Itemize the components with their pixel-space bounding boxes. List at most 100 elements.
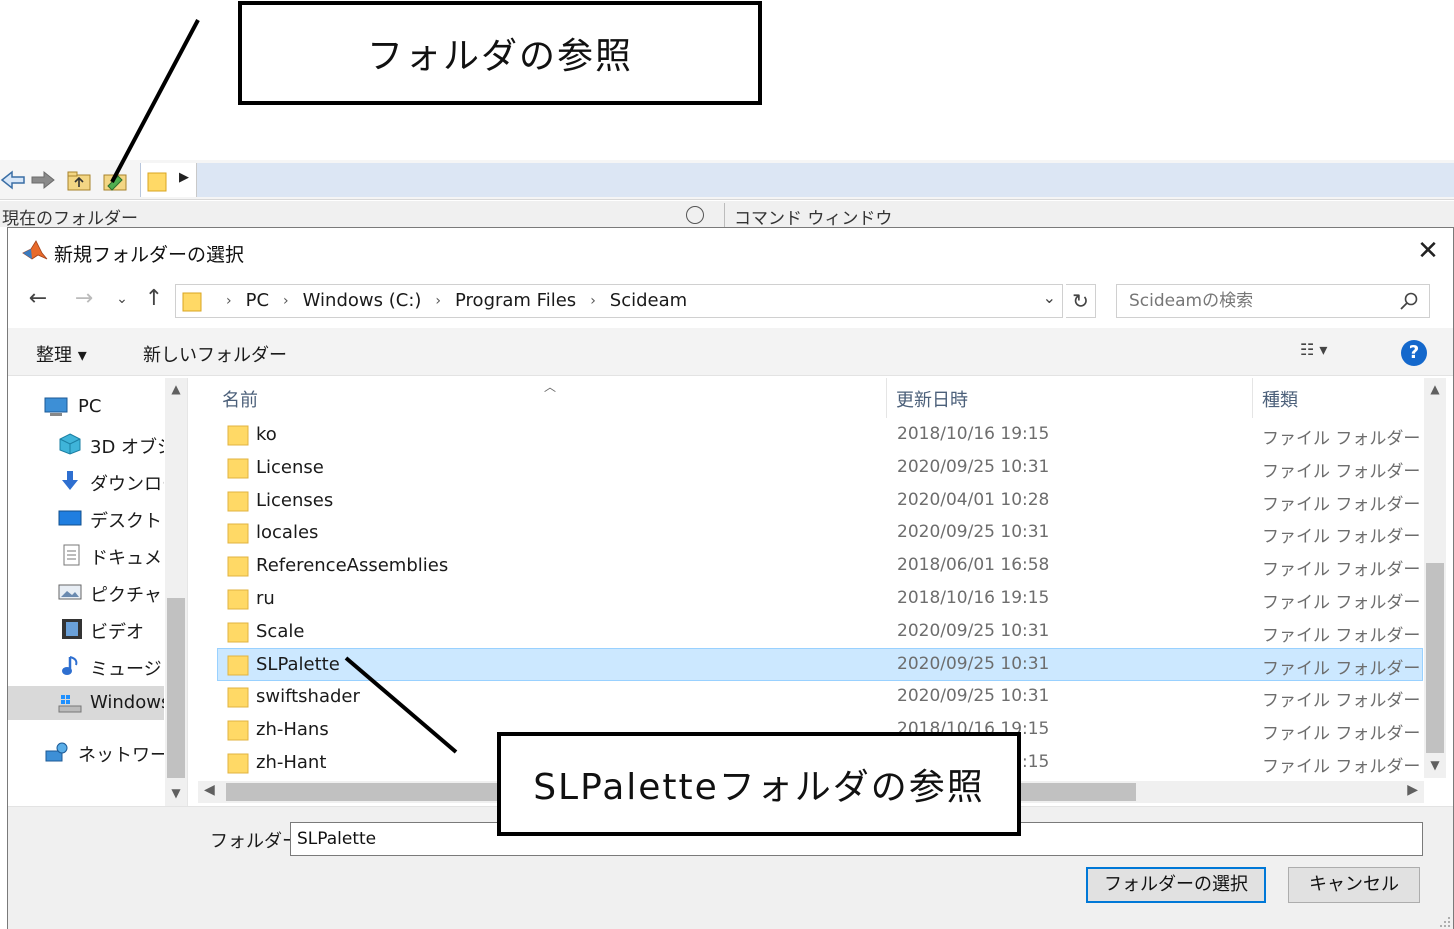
file-row[interactable]: SLPalette 2020/09/25 10:31 ファイル フォルダー (217, 647, 1423, 681)
nav-item-label: ビデオ (90, 622, 144, 643)
folder-icon (227, 523, 249, 544)
file-row[interactable]: ko 2018/10/16 19:15 ファイル フォルダー (217, 418, 1423, 451)
column-header-date[interactable]: 更新日時 (896, 386, 968, 412)
file-name: SLPalette (256, 653, 340, 675)
folder-icon (227, 458, 249, 479)
file-type: ファイル フォルダー (1262, 625, 1421, 646)
nav-item-3d-objects[interactable]: 3D オブジェクト (8, 427, 164, 461)
browse-folder-icon[interactable] (102, 168, 128, 192)
file-type: ファイル フォルダー (1262, 560, 1421, 581)
scroll-down-icon[interactable]: ▼ (1424, 758, 1446, 772)
organize-button[interactable]: 整理 ▾ (36, 341, 87, 367)
back-button[interactable]: ← (24, 284, 52, 314)
chevron-down-icon[interactable]: ⌄ (1043, 288, 1056, 307)
nav-pane-scrollbar[interactable]: ▲ ▼ (165, 378, 187, 808)
select-folder-button[interactable]: フォルダーの選択 (1086, 867, 1266, 903)
search-input[interactable] (1117, 285, 1397, 317)
refresh-button[interactable]: ↻ (1066, 284, 1096, 318)
file-row[interactable]: Scale 2020/09/25 10:31 ファイル フォルダー (217, 615, 1423, 648)
folder-icon (182, 292, 202, 312)
command-window-title: コマンド ウィンドウ (734, 209, 893, 229)
search-icon[interactable] (1399, 291, 1419, 311)
file-date: 2018/10/16 19:15 (897, 588, 1050, 608)
column-divider[interactable] (886, 378, 887, 418)
nav-item-label: ピクチャ (90, 585, 162, 606)
nav-item-label: 3D オブジェクト (90, 437, 164, 458)
file-row[interactable]: locales 2020/09/25 10:31 ファイル フォルダー (217, 516, 1423, 549)
new-folder-button[interactable]: 新しいフォルダー (143, 341, 287, 367)
nav-item-label: ドキュメント (90, 548, 164, 569)
close-button[interactable]: ✕ (1413, 236, 1443, 266)
nav-item-music[interactable]: ミュージック (8, 649, 164, 683)
chevron-right-icon: › (226, 293, 232, 309)
resize-grip-icon[interactable] (1439, 916, 1451, 928)
address-bar[interactable]: › PC › Windows (C:) › Program Files › Sc… (175, 284, 1063, 318)
scroll-down-icon[interactable]: ▼ (165, 786, 187, 800)
back-arrow-icon[interactable] (0, 168, 26, 192)
file-name: ReferenceAssemblies (256, 555, 449, 577)
nav-item-documents[interactable]: ドキュメント (8, 538, 164, 572)
file-row[interactable]: License 2020/09/25 10:31 ファイル フォルダー (217, 451, 1423, 484)
nav-item-windows-c[interactable]: Windows (C:) (8, 686, 164, 720)
cancel-button[interactable]: キャンセル (1288, 867, 1420, 903)
file-row[interactable]: ReferenceAssemblies 2018/06/01 16:58 ファイル … (217, 549, 1423, 582)
breadcrumb-program-files[interactable]: Program Files (455, 290, 576, 312)
file-type: ファイル フォルダー (1262, 593, 1421, 613)
file-name: License (256, 456, 324, 478)
help-button[interactable]: ? (1401, 340, 1427, 366)
matlab-toolbar: ▶ (0, 160, 1454, 200)
path-root-crumb[interactable]: ▶ (141, 163, 197, 197)
nav-item-pc[interactable]: PC (8, 390, 164, 424)
forward-arrow-icon[interactable] (30, 168, 56, 192)
file-row[interactable]: swiftshader 2020/09/25 10:31 ファイル フォルダー (217, 680, 1423, 713)
forward-button[interactable]: → (70, 284, 98, 314)
file-date: 2020/09/25 10:31 (897, 653, 1050, 674)
nav-item-videos[interactable]: ビデオ (8, 612, 164, 646)
up-button[interactable]: ↑ (140, 284, 168, 314)
scroll-right-icon[interactable]: ▶ (1407, 782, 1418, 798)
breadcrumb-scideam[interactable]: Scideam (610, 290, 687, 312)
file-row[interactable]: Licenses 2020/04/01 10:28 ファイル フォルダー (217, 484, 1423, 517)
chevron-right-icon[interactable]: › (283, 290, 289, 312)
nav-item-label: Windows (C:) (90, 692, 164, 713)
chevron-right-icon[interactable]: › (590, 290, 596, 312)
folder-icon (227, 425, 249, 446)
video-icon (62, 619, 82, 639)
file-date: 2018/06/01 16:58 (897, 555, 1050, 576)
scrollbar-thumb[interactable] (1426, 563, 1444, 753)
nav-item-network[interactable]: ネットワーク (8, 735, 164, 769)
panel-options-icon[interactable] (686, 206, 704, 224)
file-name: ko (256, 424, 277, 445)
search-box[interactable] (1116, 284, 1430, 318)
scroll-up-icon[interactable]: ▲ (165, 382, 187, 396)
file-list-vertical-scrollbar[interactable]: ▲ ▼ (1424, 378, 1446, 778)
column-divider[interactable] (1252, 378, 1253, 418)
view-options-button[interactable]: ☷ ▾ (1300, 340, 1327, 359)
recent-locations-icon[interactable]: ⌄ (108, 284, 136, 314)
folder-icon (227, 491, 249, 512)
scrollbar-thumb[interactable] (167, 598, 185, 778)
file-row[interactable]: ru 2018/10/16 19:15 ファイル フォルダー (217, 582, 1423, 615)
file-name: swiftshader (256, 686, 360, 708)
scroll-up-icon[interactable]: ▲ (1424, 382, 1446, 396)
nav-item-desktop[interactable]: デスクトップ (8, 501, 164, 535)
file-type: ファイル フォルダー (1262, 429, 1421, 449)
folder-icon (147, 172, 167, 192)
path-expand-icon[interactable]: ▶ (179, 170, 189, 185)
breadcrumb-pc[interactable]: PC (246, 290, 269, 312)
dialog-title-bar: 新規フォルダーの選択 ✕ (8, 228, 1453, 274)
nav-item-pictures[interactable]: ピクチャ (8, 575, 164, 609)
up-folder-icon[interactable] (66, 168, 92, 192)
current-folder-path-bar[interactable]: ▶ (140, 163, 1454, 197)
nav-item-label: ネットワーク (78, 745, 164, 766)
breadcrumb-windows-c[interactable]: Windows (C:) (303, 290, 422, 312)
folder-icon (227, 556, 249, 577)
column-header-type[interactable]: 種類 (1262, 386, 1298, 412)
command-bar: 整理 ▾ 新しいフォルダー ☷ ▾ ? (8, 328, 1453, 376)
matlab-logo-icon (22, 240, 48, 260)
scroll-left-icon[interactable]: ◀ (204, 782, 215, 798)
column-header-name[interactable]: 名前 (222, 386, 258, 412)
nav-item-downloads[interactable]: ダウンロード (8, 464, 164, 498)
chevron-right-icon[interactable]: › (435, 290, 441, 312)
music-icon (62, 656, 78, 675)
